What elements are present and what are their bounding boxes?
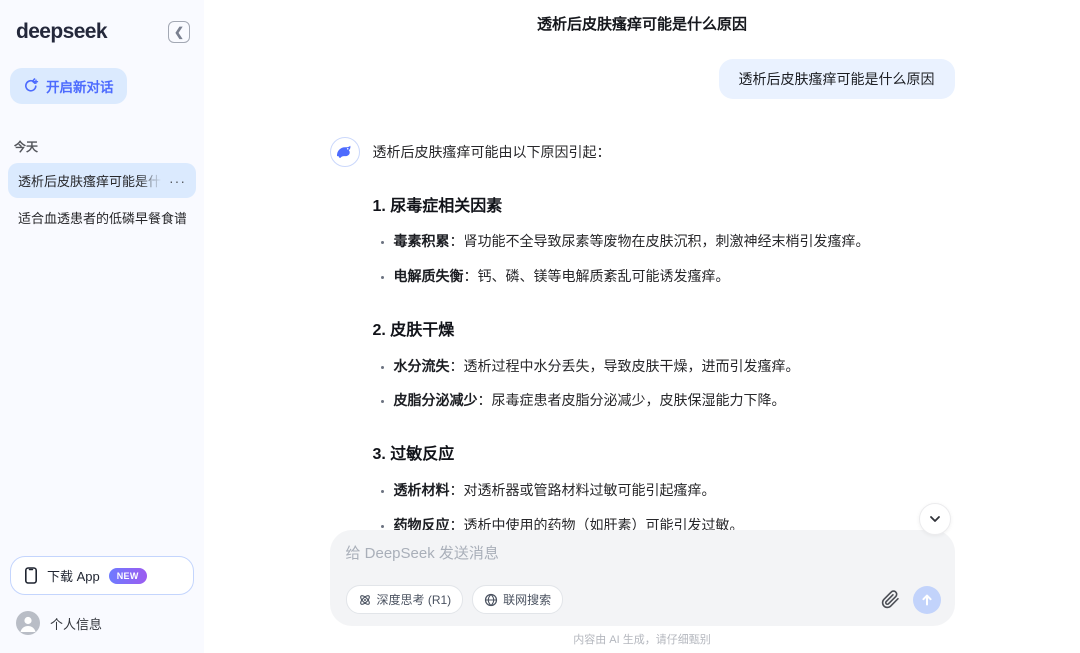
new-badge: NEW	[109, 568, 147, 584]
chat-item-title: 透析后皮肤瘙痒可能是什么原因	[18, 171, 165, 190]
deepseek-whale-icon	[330, 137, 360, 167]
chevron-down-icon	[928, 512, 942, 526]
profile-button[interactable]: 个人信息	[0, 603, 204, 653]
bullet-list: 毒素积累：肾功能不全导致尿素等废物在皮肤沉积，刺激神经末梢引发瘙痒。 电解质失衡…	[373, 231, 955, 287]
section-heading: 1. 尿毒症相关因素	[373, 195, 955, 220]
deep-think-label: 深度思考 (R1)	[377, 591, 452, 608]
arrow-up-icon	[920, 593, 934, 607]
history-section-label: 今天	[14, 138, 204, 155]
user-message-bubble: 透析后皮肤瘙痒可能是什么原因	[719, 59, 955, 99]
more-dots-icon: ···	[169, 173, 186, 189]
atom-icon	[358, 593, 372, 607]
sidebar-chat-item-active[interactable]: 透析后皮肤瘙痒可能是什么原因 ···	[8, 163, 196, 198]
paperclip-icon	[881, 590, 900, 609]
new-chat-icon	[23, 78, 39, 94]
collapse-sidebar-icon: ❮	[174, 26, 184, 38]
web-search-label: 联网搜索	[503, 591, 551, 608]
section-heading: 3. 过敏反应	[373, 443, 955, 468]
bullet-item: 药物反应：透析中使用的药物（如肝素）可能引发过敏。	[394, 515, 955, 530]
sidebar: deepseek ❮ 开启新对话 今天 透析后皮肤瘙痒可能是什么原因 ··· 适…	[0, 0, 204, 653]
download-app-button[interactable]: 下载 App NEW	[10, 556, 194, 595]
new-chat-button[interactable]: 开启新对话	[10, 68, 127, 104]
phone-icon	[24, 567, 38, 584]
composer-controls: 深度思考 (R1) 联网搜索	[346, 585, 941, 614]
conversation: 透析后皮肤瘙痒可能是什么原因 透析后皮肤瘙痒可能由以下原因引起： 1. 尿毒症相…	[330, 59, 955, 530]
bullet-item: 电解质失衡：钙、磷、镁等电解质紊乱可能诱发瘙痒。	[394, 266, 955, 288]
page-title: 透析后皮肤瘙痒可能是什么原因	[537, 13, 747, 34]
sidebar-header: deepseek ❮	[0, 0, 204, 50]
sidebar-spacer	[0, 237, 204, 556]
bullet-item: 皮脂分泌减少：尿毒症患者皮脂分泌减少，皮肤保湿能力下降。	[394, 390, 955, 412]
bullet-item: 毒素积累：肾功能不全导致尿素等废物在皮肤沉积，刺激神经末梢引发瘙痒。	[394, 231, 955, 253]
user-message-row: 透析后皮肤瘙痒可能是什么原因	[330, 59, 955, 99]
bullet-list: 透析材料：对透析器或管路材料过敏可能引起瘙痒。 药物反应：透析中使用的药物（如肝…	[373, 480, 955, 530]
bullet-item: 水分流失：透析过程中水分丢失，导致皮肤干燥，进而引发瘙痒。	[394, 356, 955, 378]
assistant-message-row: 透析后皮肤瘙痒可能由以下原因引起： 1. 尿毒症相关因素 毒素积累：肾功能不全导…	[330, 135, 955, 530]
chat-item-title: 适合血透患者的低磷早餐食谱	[18, 208, 186, 227]
section-heading: 2. 皮肤干燥	[373, 319, 955, 344]
main-panel: 透析后皮肤瘙痒可能是什么原因 透析后皮肤瘙痒可能是什么原因 透析后皮肤瘙痒可能由…	[204, 0, 1080, 653]
collapse-sidebar-button[interactable]: ❮	[168, 21, 190, 43]
attach-file-button[interactable]	[877, 590, 904, 609]
bullet-item: 透析材料：对透析器或管路材料过敏可能引起瘙痒。	[394, 480, 955, 502]
bullet-list: 水分流失：透析过程中水分丢失，导致皮肤干燥，进而引发瘙痒。 皮脂分泌减少：尿毒症…	[373, 356, 955, 412]
download-app-label: 下载 App	[47, 566, 100, 585]
profile-label: 个人信息	[50, 614, 102, 633]
deep-think-toggle[interactable]: 深度思考 (R1)	[346, 585, 464, 614]
send-button[interactable]	[913, 586, 941, 614]
web-search-toggle[interactable]: 联网搜索	[472, 585, 563, 614]
deepseek-logo: deepseek	[16, 20, 107, 44]
ai-disclaimer: 内容由 AI 生成，请仔细甄别	[204, 626, 1080, 653]
message-input[interactable]	[346, 545, 941, 562]
assistant-intro: 透析后皮肤瘙痒可能由以下原因引起：	[373, 142, 955, 164]
chat-item-more-button[interactable]: ···	[165, 174, 186, 188]
globe-icon	[484, 593, 498, 607]
user-avatar-icon	[16, 611, 40, 635]
scroll-to-bottom-button[interactable]	[919, 503, 951, 535]
new-chat-label: 开启新对话	[46, 76, 114, 96]
assistant-message-content: 透析后皮肤瘙痒可能由以下原因引起： 1. 尿毒症相关因素 毒素积累：肾功能不全导…	[373, 135, 955, 530]
chat-scroll-area[interactable]: 透析后皮肤瘙痒可能是什么原因 透析后皮肤瘙痒可能由以下原因引起： 1. 尿毒症相…	[204, 46, 1080, 530]
message-composer[interactable]: 深度思考 (R1) 联网搜索	[330, 530, 955, 626]
conversation-header: 透析后皮肤瘙痒可能是什么原因	[204, 0, 1080, 46]
sidebar-chat-item[interactable]: 适合血透患者的低磷早餐食谱	[8, 200, 196, 235]
composer-area: 深度思考 (R1) 联网搜索	[204, 530, 1080, 653]
